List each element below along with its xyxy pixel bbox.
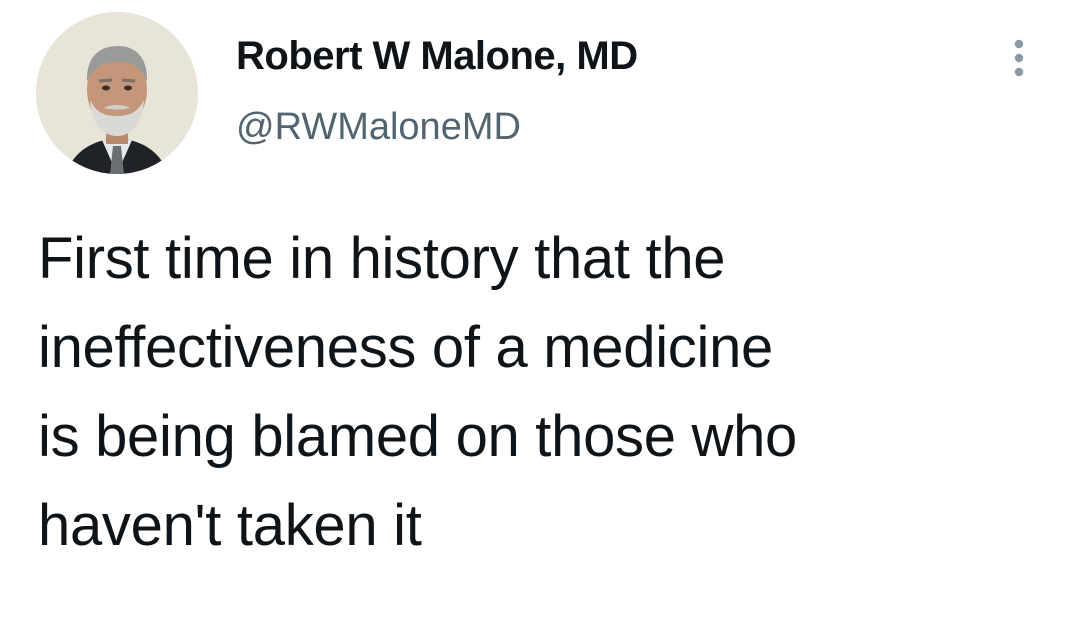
profile-photo-icon (36, 12, 198, 174)
tweet-text-line: ineffectiveness of a medicine (38, 315, 773, 380)
tweet-text-line: is being blamed on those who (38, 404, 797, 469)
tweet-text-line: First time in history that the (38, 226, 726, 291)
author-display-name[interactable]: Robert W Malone, MD (236, 34, 638, 79)
tweet-text-line: haven't taken it (38, 493, 422, 558)
tweet-text: First time in history that the ineffecti… (38, 214, 1058, 570)
author-handle[interactable]: @RWMaloneMD (236, 106, 521, 149)
tweet-card: Robert W Malone, MD @RWMaloneMD First ti… (0, 0, 1077, 621)
more-vertical-icon (1014, 39, 1024, 77)
avatar[interactable] (36, 12, 198, 174)
more-options-button[interactable] (1004, 36, 1034, 82)
